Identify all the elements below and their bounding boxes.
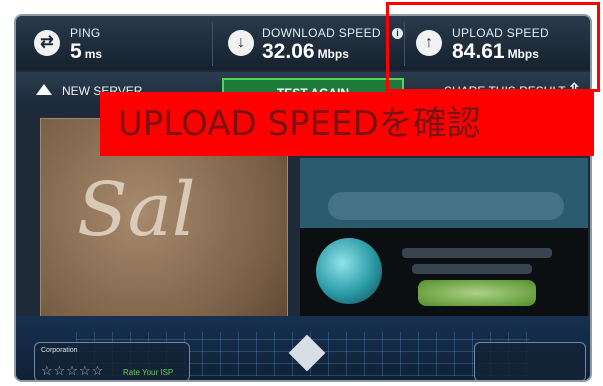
isp-rating-box: Corporation ☆☆☆☆☆ Rate Your ISP	[34, 342, 190, 380]
download-label: DOWNLOAD SPEED	[262, 26, 381, 40]
download-unit: Mbps	[317, 47, 349, 61]
globe-icon	[316, 238, 382, 304]
blurred-text	[402, 248, 552, 258]
blurred-text	[412, 264, 532, 274]
download-arrow-icon: ↓	[228, 30, 254, 56]
isp-corporation-label: Corporation	[41, 347, 78, 354]
advertisement-strip	[328, 192, 564, 220]
server-info-box	[474, 342, 586, 380]
ping-metric: ⇄ PING 5 ms	[24, 16, 214, 70]
download-metric: ↓ DOWNLOAD SPEED i 32.06 Mbps	[220, 16, 404, 70]
annotation-banner: UPLOAD SPEEDを確認	[100, 92, 594, 156]
ping-value: 5 ms	[70, 40, 103, 63]
exchange-arrows-icon: ⇄	[34, 30, 60, 56]
rating-stars[interactable]: ☆☆☆☆☆	[41, 363, 104, 379]
server-triangle-icon[interactable]	[36, 84, 52, 95]
divider	[212, 22, 213, 66]
ad-scribble-graphic: Sal	[77, 167, 196, 253]
rate-isp-link[interactable]: Rate Your ISP	[123, 368, 173, 377]
ping-unit: ms	[84, 47, 103, 61]
upload-highlight-box	[386, 2, 600, 92]
ping-label: PING	[70, 26, 101, 40]
ad-cta-button[interactable]	[418, 280, 536, 306]
download-value: 32.06 Mbps	[262, 40, 349, 63]
